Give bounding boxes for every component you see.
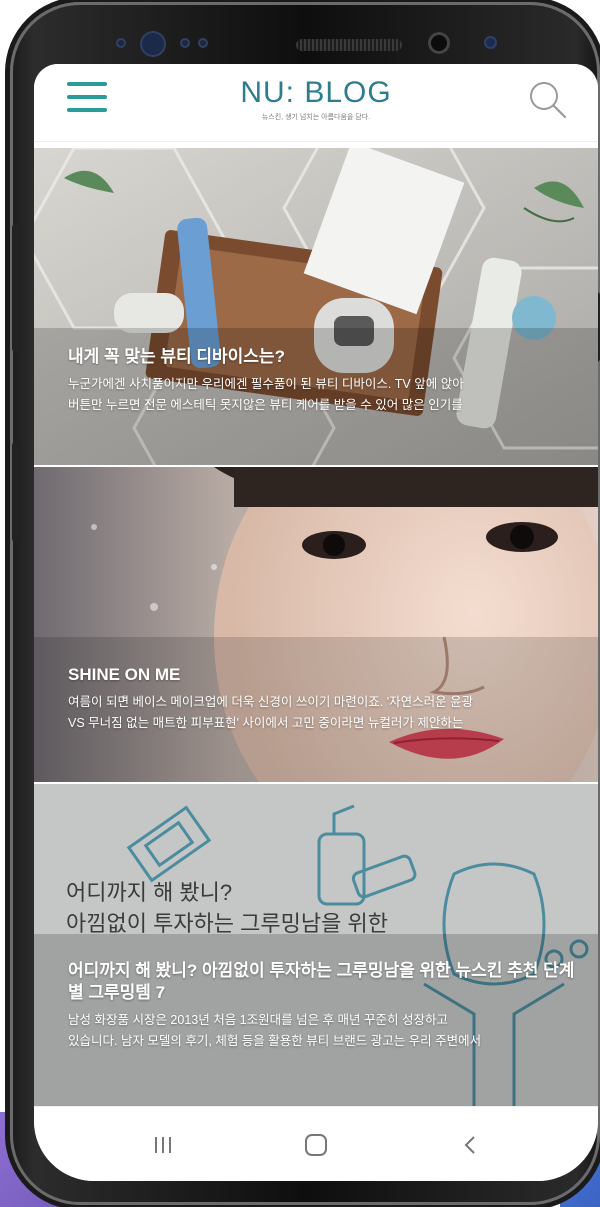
post-title: 내게 꼭 맞는 뷰티 디바이스는? bbox=[68, 347, 285, 366]
illustration-caption-line: 어디까지 해 봤니? bbox=[66, 880, 233, 905]
screen: NU: BLOG 뉴스킨, 생기 넘치는 아름다움을 담다. 내게 꼭 맞는 뷰… bbox=[34, 64, 598, 1181]
home-icon bbox=[305, 1134, 327, 1156]
recent-apps-button[interactable] bbox=[104, 1107, 224, 1181]
post-title: 어디까지 해 봤니? 아낌없이 투자하는 그루밍남을 위한 뉴스킨 추천 단계별… bbox=[68, 961, 575, 1002]
post-text: 내게 꼭 맞는 뷰티 디바이스는? 누군가에겐 사치품이지만 우리에겐 필수품이… bbox=[68, 346, 580, 416]
post-text: 어디까지 해 봤니? 아낌없이 투자하는 그루밍남을 위한 뉴스킨 추천 단계별… bbox=[68, 960, 580, 1052]
post-image bbox=[34, 148, 598, 465]
illustration-caption-line: 아낌없이 투자하는 그루밍남을 위한 bbox=[66, 911, 388, 936]
phone-frame: NU: BLOG 뉴스킨, 생기 넘치는 아름다움을 담다. 내게 꼭 맞는 뷰… bbox=[10, 2, 600, 1205]
light-sensor-icon bbox=[180, 38, 190, 48]
illustration-caption: 어디까지 해 봤니? 아낌없이 투자하는 그루밍남을 위한 bbox=[66, 877, 388, 939]
back-icon bbox=[464, 1136, 475, 1154]
post-excerpt-line: 여름이 되면 베이스 메이크업에 더욱 신경이 쓰이기 마련이죠. '자연스러운… bbox=[68, 695, 474, 709]
post-title: SHINE ON ME bbox=[68, 665, 181, 684]
recent-apps-icon bbox=[155, 1137, 171, 1153]
volume-button bbox=[12, 224, 20, 352]
proximity-sensor-icon bbox=[116, 38, 126, 48]
app-header: NU: BLOG 뉴스킨, 생기 넘치는 아름다움을 담다. bbox=[34, 64, 598, 142]
post-card[interactable]: 어디까지 해 봤니? 아낌없이 투자하는 그루밍남을 위한 어디까지 해 봤니?… bbox=[34, 784, 598, 1106]
post-excerpt-line: 누군가에겐 사치품이지만 우리에겐 필수품이 된 뷰티 디바이스. TV 앞에 … bbox=[68, 377, 464, 391]
sensor-icon bbox=[198, 38, 208, 48]
logo-subtitle: 뉴스킨, 생기 넘치는 아름다움을 담다. bbox=[261, 114, 371, 121]
bixby-button bbox=[12, 442, 20, 542]
post-card[interactable]: 내게 꼭 맞는 뷰티 디바이스는? 누군가에겐 사치품이지만 우리에겐 필수품이… bbox=[34, 148, 598, 465]
blog-logo: NU: BLOG 뉴스킨, 생기 넘치는 아름다움을 담다. bbox=[34, 76, 598, 122]
iris-sensor-icon bbox=[140, 31, 166, 57]
iris-camera-icon bbox=[484, 36, 497, 49]
logo-title: NU: BLOG bbox=[240, 76, 392, 109]
earpiece-speaker bbox=[296, 39, 402, 51]
post-excerpt-line: 있습니다. 남자 모델의 후기, 체험 등을 활용한 뷰티 브랜드 광고는 우리… bbox=[68, 1034, 482, 1048]
post-card[interactable]: SHINE ON ME 여름이 되면 베이스 메이크업에 더욱 신경이 쓰이기 … bbox=[34, 467, 598, 782]
post-image bbox=[34, 467, 598, 782]
search-icon[interactable] bbox=[528, 80, 568, 120]
post-excerpt-line: 남성 화장품 시장은 2013년 처음 1조원대를 넘은 후 매년 꾸준히 성장… bbox=[68, 1013, 448, 1027]
post-excerpt-line: 버튼만 누르면 전문 에스테틱 못지않은 뷰티 케어를 받을 수 있어 많은 인… bbox=[68, 398, 463, 412]
post-excerpt-line: VS 무너짐 없는 매트한 피부표현' 사이에서 고민 중이라면 뉴컬러가 제안… bbox=[68, 716, 464, 730]
post-image bbox=[34, 784, 598, 1106]
post-text: SHINE ON ME 여름이 되면 베이스 메이크업에 더욱 신경이 쓰이기 … bbox=[68, 664, 580, 734]
back-button[interactable] bbox=[410, 1107, 530, 1181]
front-camera-icon bbox=[428, 32, 450, 54]
system-navigation-bar bbox=[34, 1106, 598, 1181]
home-button[interactable] bbox=[256, 1107, 376, 1181]
